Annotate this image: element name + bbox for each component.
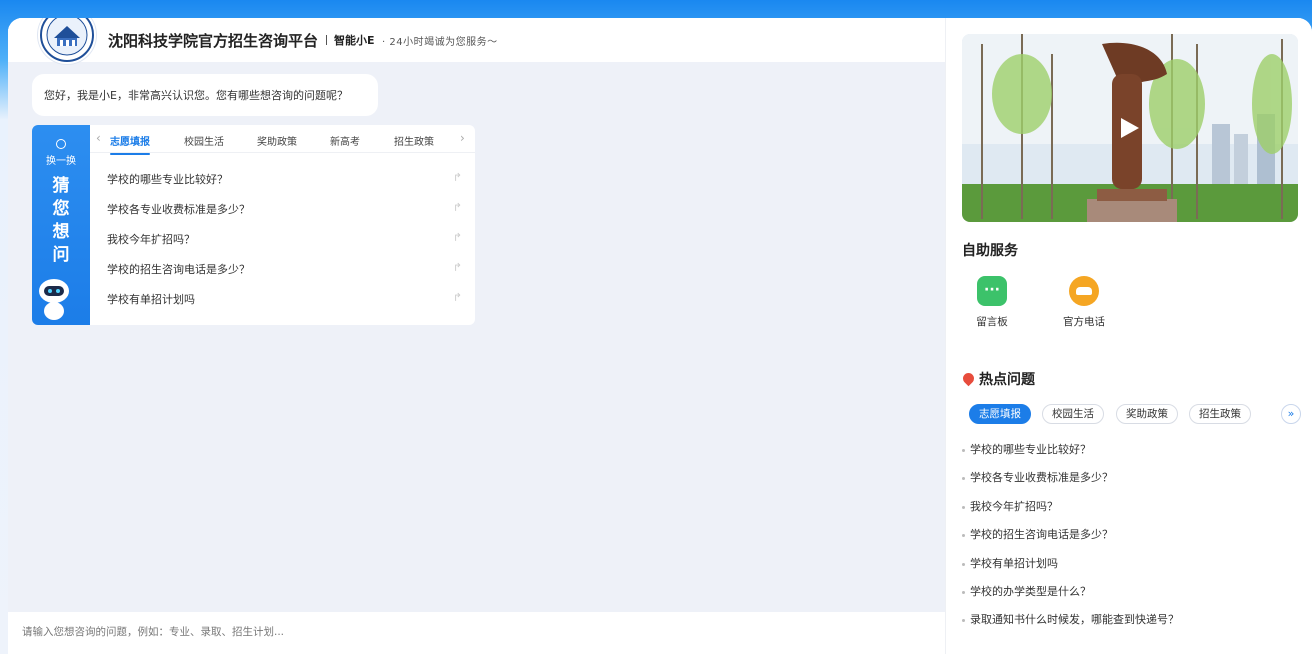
guess-vertical-title: 猜 您 想 问 xyxy=(32,175,90,267)
title-divider xyxy=(326,35,327,45)
guess-question-item[interactable]: 我校今年扩招吗？ ↱ xyxy=(107,231,462,251)
send-question-icon[interactable]: ↱ xyxy=(453,291,462,304)
guess-title-char: 想 xyxy=(52,222,70,242)
tab-admission-policy[interactable]: 招生政策 xyxy=(394,133,434,148)
guess-title-char: 猜 xyxy=(52,176,70,196)
send-question-icon[interactable]: ↱ xyxy=(453,261,462,274)
guess-question-text: 学校各专业收费标准是多少？ xyxy=(107,203,250,216)
hot-tabs-more-icon[interactable]: » xyxy=(1281,404,1301,424)
guess-tabs: ‹ 志愿填报 校园生活 奖助政策 新高考 招生政策 › xyxy=(90,125,475,155)
assistant-name: 智能小E xyxy=(334,34,375,47)
refresh-button[interactable]: 换一换 xyxy=(32,152,90,167)
hot-question-item[interactable]: 录取通知书什么时候发，哪能查到快递号？ xyxy=(962,611,1179,627)
slogan: · 24小时竭诚为您服务～ xyxy=(382,37,498,48)
official-phone-label: 官方电话 xyxy=(1063,316,1105,328)
hot-question-item[interactable]: 学校的招生咨询电话是多少？ xyxy=(962,526,1113,542)
hot-question-item[interactable]: 学校有单招计划吗 xyxy=(962,555,1058,571)
guess-question-item[interactable]: 学校有单招计划吗 ↱ xyxy=(107,291,462,311)
hot-question-item[interactable]: 学校的办学类型是什么？ xyxy=(962,583,1091,599)
guess-question-text: 学校的哪些专业比较好？ xyxy=(107,173,228,186)
official-phone-button[interactable]: 官方电话 xyxy=(1054,276,1114,329)
tab-volunteer[interactable]: 志愿填报 xyxy=(110,133,150,155)
greeting-bubble: 您好，我是小E，非常高兴认识您。您有哪些想咨询的问题呢？ xyxy=(32,74,378,116)
tab-scholarship[interactable]: 奖助政策 xyxy=(257,133,297,148)
guess-sidebar: 换一换 猜 您 想 问 xyxy=(32,125,90,325)
hot-tab-volunteer[interactable]: 志愿填报 xyxy=(969,404,1031,424)
guess-question-text: 学校有单招计划吗 xyxy=(107,293,195,306)
tabs-next-icon[interactable]: › xyxy=(460,131,465,145)
hot-question-item[interactable]: 学校各专业收费标准是多少？ xyxy=(962,469,1113,485)
message-board-label: 留言板 xyxy=(976,316,1008,328)
tab-campus-life[interactable]: 校园生活 xyxy=(184,133,224,148)
send-question-icon[interactable]: ↱ xyxy=(453,171,462,184)
send-question-icon[interactable]: ↱ xyxy=(453,231,462,244)
tab-new-gaokao[interactable]: 新高考 xyxy=(330,133,360,148)
app-window: 沈阳科技学院官方招生咨询平台 智能小E · 24小时竭诚为您服务～ 您好，我是小… xyxy=(8,18,1312,654)
right-sidebar: 自助服务 留言板 官方电话 热点问题 志愿填报 校园生活 奖助政策 招生政策 »… xyxy=(945,18,1312,654)
hot-fire-icon xyxy=(960,370,977,387)
guess-question-text: 学校的招生咨询电话是多少？ xyxy=(107,263,250,276)
tabs-prev-icon[interactable]: ‹ xyxy=(96,131,101,145)
self-service-title: 自助服务 xyxy=(962,243,1018,259)
message-board-icon xyxy=(977,276,1007,306)
hot-tab-admission-policy[interactable]: 招生政策 xyxy=(1189,404,1251,424)
robot-mascot-icon xyxy=(39,279,69,320)
refresh-icon[interactable] xyxy=(56,139,66,149)
message-board-button[interactable]: 留言板 xyxy=(962,276,1022,329)
play-icon[interactable] xyxy=(1121,118,1139,138)
guess-title-char: 问 xyxy=(52,245,70,265)
hot-tab-scholarship[interactable]: 奖助政策 xyxy=(1116,404,1178,424)
hot-question-item[interactable]: 学校的哪些专业比较好？ xyxy=(962,441,1091,457)
hot-questions-title: 热点问题 xyxy=(979,372,1035,388)
hot-question-item[interactable]: 我校今年扩招吗？ xyxy=(962,498,1058,514)
school-logo xyxy=(38,18,96,64)
hot-tab-campus-life[interactable]: 校园生活 xyxy=(1042,404,1104,424)
guess-question-item[interactable]: 学校的哪些专业比较好？ ↱ xyxy=(107,171,462,191)
input-bar xyxy=(8,612,945,654)
phone-icon xyxy=(1069,276,1099,306)
chat-panel: 沈阳科技学院官方招生咨询平台 智能小E · 24小时竭诚为您服务～ 您好，我是小… xyxy=(8,18,945,654)
page-title: 沈阳科技学院官方招生咨询平台 xyxy=(108,32,319,50)
guess-question-item[interactable]: 学校各专业收费标准是多少？ ↱ xyxy=(107,201,462,221)
campus-video[interactable] xyxy=(962,34,1298,222)
guess-questions-card: 换一换 猜 您 想 问 ‹ 志愿填报 校园生活 奖助政策 新高考 招生政策 › … xyxy=(32,125,475,325)
guess-question-item[interactable]: 学校的招生咨询电话是多少？ ↱ xyxy=(107,261,462,281)
guess-question-text: 我校今年扩招吗？ xyxy=(107,233,195,246)
header: 沈阳科技学院官方招生咨询平台 智能小E · 24小时竭诚为您服务～ xyxy=(8,18,945,64)
send-question-icon[interactable]: ↱ xyxy=(453,201,462,214)
question-input[interactable] xyxy=(22,620,922,644)
guess-title-char: 您 xyxy=(52,199,70,219)
